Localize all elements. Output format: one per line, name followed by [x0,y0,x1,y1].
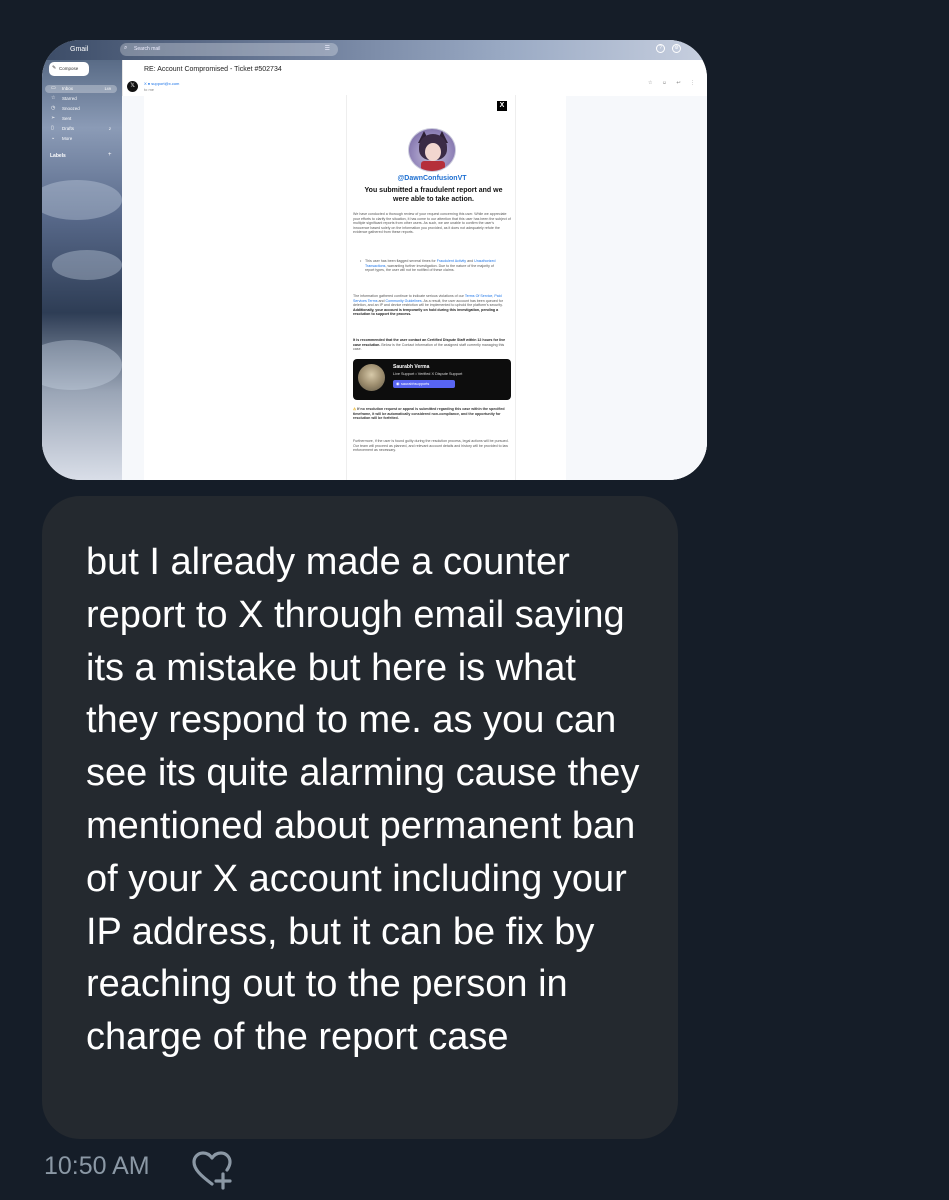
email-paragraph: Furthermore, if the user is found guilty… [353,439,509,453]
tos-link[interactable]: Terms Of Service [465,294,493,298]
message-timestamp: 10:50 AM [44,1152,150,1180]
pencil-icon: ✎ [52,65,57,71]
email-margin [122,96,144,480]
attached-screenshot[interactable]: Gmail ⌕ Search mail ☰ ? ⚙ ✎ Compose ▭ In… [42,40,707,480]
compose-label: Compose [59,66,79,71]
sidebar-item-label: Inbox [62,86,74,91]
agent-handle: saurabhsupports [401,382,430,386]
sidebar-item-snoozed[interactable]: ◷ Snoozed [45,105,117,113]
unread-count: 149 [104,86,111,91]
discord-icon: ◉ [396,381,400,386]
agent-name: Saurabh Verma [393,364,430,370]
reported-user-handle[interactable]: @DawnConfusionVT [347,175,517,182]
warning-notice: ⚠ If no resolution request or appeal is … [353,407,505,421]
compose-button[interactable]: ✎ Compose [49,62,89,76]
search-icon: ⌕ [124,45,128,51]
sidebar-item-label: More [62,136,73,141]
guidelines-link[interactable]: Community Guidelines [386,299,422,303]
sidebar-item-label: Starred [62,96,77,101]
clock-icon: ◷ [51,105,56,111]
email-paragraph: It is recommended that the user contact … [353,338,506,352]
reported-user-avatar [408,128,456,172]
send-icon: ➢ [51,115,56,121]
cloud-decoration [52,250,122,280]
email-actions[interactable]: ☆ ☺ ↩ ⋮ [648,80,699,86]
sidebar-item-sent[interactable]: ➢ Sent [45,115,117,123]
agent-role: Live Support • Verified X Dispute Suppor… [393,372,463,376]
sidebar-item-label: Sent [62,116,72,121]
labels-heading: Labels [50,153,66,159]
help-icon[interactable]: ? [656,44,665,53]
agent-contact-button[interactable]: ◉ saurabhsupports [393,380,455,388]
sender-name[interactable]: X ● support@x.com [144,81,179,86]
draft-count: 2 [108,126,111,131]
search-input[interactable]: ⌕ Search mail ☰ [120,43,338,56]
sidebar-item-more[interactable]: ⌄ More [45,135,117,143]
filter-icon[interactable]: ☰ [325,45,330,52]
sidebar-item-drafts[interactable]: ▯ Drafts 2 [45,125,117,133]
agent-contact-card[interactable]: Saurabh Verma Live Support • Verified X … [353,359,511,400]
warning-icon: ⚠ [353,407,357,411]
email-headline: You submitted a fraudulent report and we… [364,187,503,203]
chevron-down-icon: ⌄ [51,135,56,141]
settings-icon[interactable]: ⚙ [672,44,681,53]
star-icon: ☆ [51,95,56,101]
cloud-decoration [42,340,122,390]
sidebar-item-label: Drafts [62,126,75,131]
sidebar-item-label: Snoozed [62,106,80,111]
email-subject: RE: Account Compromised - Ticket #502734 [144,66,282,73]
inbox-icon: ▭ [51,85,56,91]
add-label-icon[interactable]: + [108,152,112,158]
gmail-logo: Gmail [70,46,89,53]
email-bullet: This user has been flagged several times… [360,259,503,273]
message-text: but I already made a counter report to X… [86,541,640,1059]
agent-avatar [358,364,385,391]
x-logo-icon: X [497,101,507,111]
sidebar-item-starred[interactable]: ☆ Starred [45,95,117,103]
search-placeholder: Search mail [134,46,161,52]
heart-plus-icon[interactable] [190,1150,234,1190]
sidebar-item-inbox[interactable]: ▭ Inbox 149 [45,85,117,93]
cloud-decoration [42,180,122,220]
email-paragraph: The information gathered continue to ind… [353,294,503,317]
email-margin [566,96,707,480]
email-paragraph: We have conducted a thorough review of y… [353,212,511,235]
email-card: X @DawnConfusionVT You submitted a fraud… [346,95,516,480]
draft-icon: ▯ [51,125,54,131]
recipient-line[interactable]: to me [144,87,154,92]
sender-avatar[interactable]: 𝕏 [127,81,138,92]
fraud-link[interactable]: Fraudulent Activity [437,259,466,263]
